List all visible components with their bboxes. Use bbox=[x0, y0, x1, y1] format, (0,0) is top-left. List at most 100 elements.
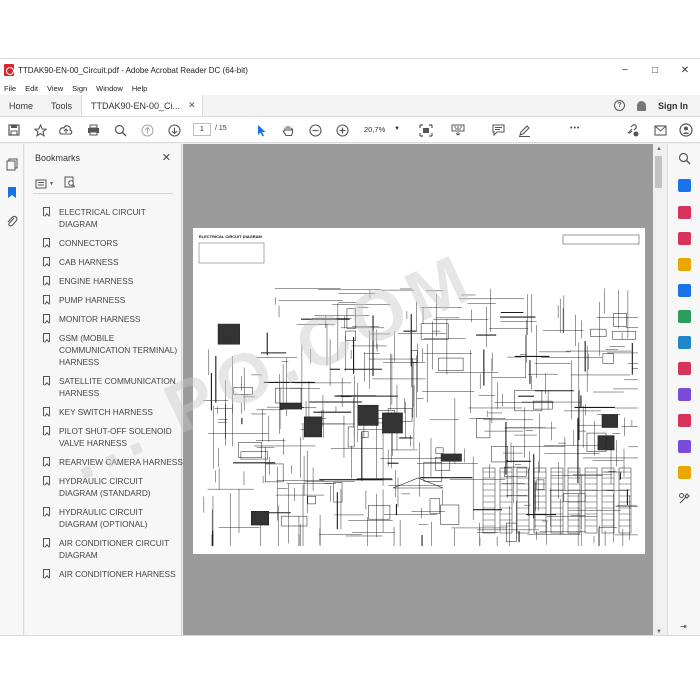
title-bar: TTDAK90-EN-00_Circuit.pdf - Adobe Acroba… bbox=[0, 59, 700, 81]
search-tool-icon[interactable] bbox=[678, 152, 691, 170]
tab-document[interactable]: TTDAK90-EN-00_Ci... ✕ bbox=[81, 95, 203, 116]
protect-icon[interactable] bbox=[678, 388, 691, 401]
menu-help[interactable]: Help bbox=[128, 84, 152, 93]
export-file-icon[interactable] bbox=[678, 414, 691, 427]
close-window-button[interactable]: ✕ bbox=[670, 59, 700, 81]
bookmarks-panel: Bookmarks ✕ ▼ ELECTRICAL CIRCUIT DIAGRAM… bbox=[25, 144, 183, 635]
bookmark-icon bbox=[43, 476, 50, 485]
bookmark-item[interactable]: ELECTRICAL CIRCUIT DIAGRAM bbox=[43, 206, 183, 230]
save-icon[interactable] bbox=[6, 123, 22, 137]
fit-page-icon[interactable] bbox=[418, 123, 434, 137]
bookmark-item[interactable]: PILOT SHUT-OFF SOLENOID VALVE HARNESS bbox=[43, 425, 183, 449]
more-tools-button[interactable]: ••• bbox=[570, 125, 580, 132]
help-icon[interactable]: ? bbox=[614, 100, 625, 111]
page-number-input[interactable]: 1 bbox=[193, 123, 211, 136]
attachment-icon[interactable] bbox=[6, 215, 18, 233]
chevron-down-icon: ▼ bbox=[394, 126, 400, 132]
bookmark-item[interactable]: MONITOR HARNESS bbox=[43, 313, 183, 325]
compress-pdf-icon[interactable] bbox=[678, 310, 691, 323]
acrobat-logo-icon bbox=[4, 64, 14, 76]
menu-window[interactable]: Window bbox=[92, 84, 128, 93]
scroll-up-icon[interactable]: ▲ bbox=[655, 146, 663, 152]
edit-pdf-icon[interactable] bbox=[678, 440, 691, 453]
organize-pages-icon[interactable] bbox=[678, 206, 691, 219]
menu-view[interactable]: View bbox=[43, 84, 68, 93]
bookmark-item[interactable]: KEY SWITCH HARNESS bbox=[43, 406, 183, 418]
menu-sign[interactable]: Sign bbox=[68, 84, 92, 93]
tab-tools[interactable]: Tools bbox=[42, 95, 81, 116]
close-panel-icon[interactable]: ✕ bbox=[162, 151, 171, 164]
bookmark-item[interactable]: CAB HARNESS bbox=[43, 256, 183, 268]
minimize-button[interactable]: − bbox=[610, 59, 640, 81]
bookmark-item[interactable]: AIR CONDITIONER CIRCUIT DIAGRAM bbox=[43, 537, 183, 561]
combine-files-icon[interactable] bbox=[678, 284, 691, 297]
zoom-out-icon[interactable] bbox=[307, 123, 323, 137]
expand-panel-icon[interactable]: ⇥ bbox=[680, 622, 687, 631]
vertical-scrollbar[interactable]: ▲ ▼ bbox=[653, 144, 665, 635]
share-link-icon[interactable] bbox=[625, 123, 641, 137]
bookmark-icon bbox=[43, 457, 50, 466]
bookmark-label: AIR CONDITIONER CIRCUIT DIAGRAM bbox=[59, 538, 170, 560]
bell-icon[interactable] bbox=[637, 100, 646, 111]
scroll-down-icon[interactable]: ▼ bbox=[655, 629, 663, 635]
bookmark-label: CAB HARNESS bbox=[59, 257, 119, 267]
create-pdf-icon[interactable] bbox=[678, 179, 691, 192]
page-down-icon[interactable] bbox=[166, 123, 182, 137]
bookmark-label: REARVIEW CAMERA HARNESS bbox=[59, 457, 183, 467]
bookmark-icon bbox=[43, 238, 50, 247]
find-bookmark-icon[interactable] bbox=[64, 175, 76, 193]
bookmark-icon bbox=[43, 376, 50, 385]
search-zoom-icon[interactable] bbox=[112, 123, 128, 137]
select-arrow-icon[interactable] bbox=[253, 123, 269, 137]
star-icon[interactable] bbox=[32, 123, 48, 137]
tab-close-icon[interactable]: ✕ bbox=[188, 100, 196, 111]
bookmark-item[interactable]: AIR CONDITIONER HARNESS bbox=[43, 568, 183, 580]
menu-file[interactable]: File bbox=[0, 84, 21, 93]
hand-icon[interactable] bbox=[280, 123, 296, 137]
bookmark-item[interactable]: GSM (MOBILE COMMUNICATION TERMINAL) HARN… bbox=[43, 332, 183, 368]
bookmark-icon bbox=[43, 314, 50, 323]
page-up-icon[interactable] bbox=[139, 123, 155, 137]
comment-tool-icon[interactable] bbox=[678, 258, 691, 271]
page-thumbnails-icon[interactable] bbox=[6, 158, 18, 176]
bookmark-item[interactable]: SATELLITE COMMUNICATION HARNESS bbox=[43, 375, 183, 399]
comment-icon[interactable] bbox=[490, 123, 506, 137]
fill-sign-icon[interactable] bbox=[678, 362, 691, 375]
bookmark-item[interactable]: ENGINE HARNESS bbox=[43, 275, 183, 287]
bookmark-label: PUMP HARNESS bbox=[59, 295, 126, 305]
bookmark-label: PILOT SHUT-OFF SOLENOID VALVE HARNESS bbox=[59, 426, 172, 448]
account-icon[interactable] bbox=[678, 123, 694, 137]
zoom-in-icon[interactable] bbox=[334, 123, 350, 137]
tab-bar: Home Tools TTDAK90-EN-00_Ci... ✕ ? Sign … bbox=[0, 95, 700, 117]
bookmark-item[interactable]: PUMP HARNESS bbox=[43, 294, 183, 306]
maximize-button[interactable]: □ bbox=[640, 59, 670, 81]
bookmark-item[interactable]: HYDRAULIC CIRCUIT DIAGRAM (STANDARD) bbox=[43, 475, 183, 499]
export-pdf-icon[interactable] bbox=[678, 232, 691, 245]
bookmark-item[interactable]: HYDRAULIC CIRCUIT DIAGRAM (OPTIONAL) bbox=[43, 506, 183, 530]
send-for-review-icon[interactable] bbox=[678, 466, 691, 479]
document-view[interactable]: ELECTRICAL CIRCUIT DIAGRAM bbox=[183, 144, 653, 635]
acrobat-window: TTDAK90-EN-00_Circuit.pdf - Adobe Acroba… bbox=[0, 58, 700, 636]
more-tools-icon[interactable] bbox=[678, 492, 691, 510]
circuit-diagram bbox=[198, 234, 640, 546]
bookmark-options-icon[interactable]: ▼ bbox=[35, 179, 54, 189]
print-icon[interactable] bbox=[85, 123, 101, 137]
bookmark-label: MONITOR HARNESS bbox=[59, 314, 141, 324]
bookmark-item[interactable]: REARVIEW CAMERA HARNESS bbox=[43, 456, 183, 468]
pdf-page: ELECTRICAL CIRCUIT DIAGRAM bbox=[193, 228, 645, 554]
scroll-thumb[interactable] bbox=[655, 156, 662, 188]
sign-in-button[interactable]: Sign In bbox=[658, 101, 688, 111]
bookmark-icon bbox=[43, 407, 50, 416]
mail-icon[interactable] bbox=[652, 123, 668, 137]
page-total: / 15 bbox=[215, 125, 227, 132]
keyboard-icon[interactable] bbox=[450, 123, 466, 137]
bookmark-item[interactable]: CONNECTORS bbox=[43, 237, 183, 249]
bookmark-panel-icon[interactable] bbox=[6, 186, 18, 204]
pen-icon[interactable] bbox=[516, 123, 532, 137]
upload-icon[interactable] bbox=[58, 123, 74, 137]
bookmarks-title: Bookmarks bbox=[35, 153, 81, 163]
tab-home[interactable]: Home bbox=[0, 95, 42, 116]
menu-edit[interactable]: Edit bbox=[21, 84, 43, 93]
scan-ocr-icon[interactable] bbox=[678, 336, 691, 349]
zoom-level-select[interactable]: 20,7% ▼ bbox=[360, 123, 402, 136]
